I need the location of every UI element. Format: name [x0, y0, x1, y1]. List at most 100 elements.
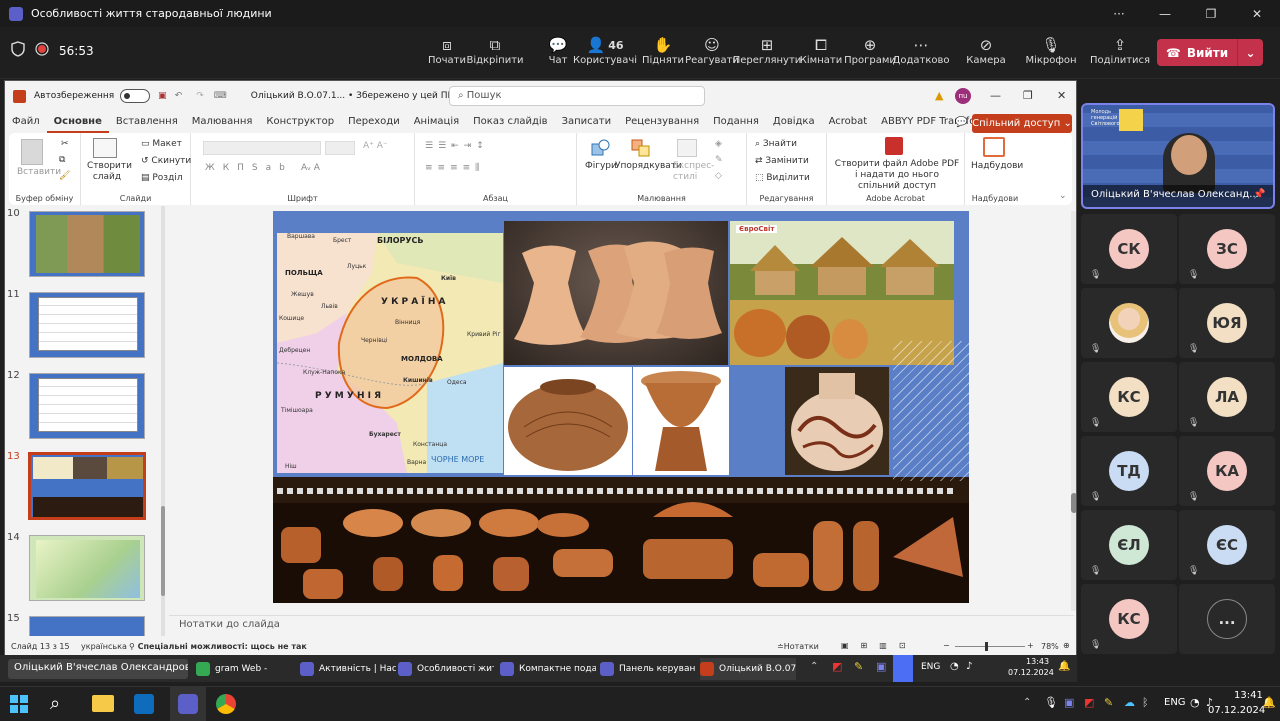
slide-thumbnail-14[interactable]	[29, 535, 145, 601]
minimize-icon[interactable]: —	[990, 89, 1001, 102]
zoom-in-icon[interactable]: +	[1027, 641, 1034, 650]
chrome-icon[interactable]	[216, 694, 236, 714]
slide-thumbnail-15[interactable]	[29, 616, 145, 636]
tab-1[interactable]: Основне	[46, 111, 109, 133]
close-icon[interactable]: ✕	[1234, 7, 1280, 21]
section-button[interactable]: ▤ Розділ	[141, 173, 183, 183]
layout-button[interactable]: ▭ Макет	[141, 139, 182, 149]
align-icons[interactable]: ≡≡≡≡⫼	[425, 163, 484, 173]
shape-effects-icon[interactable]: ◇	[715, 171, 722, 181]
addins-button[interactable]: Надбудови	[971, 161, 1023, 171]
notes-pane[interactable]: Нотатки до слайда	[169, 615, 1074, 637]
teams-taskbar-button[interactable]	[170, 687, 206, 721]
toolbar-button-11[interactable]: 🎙 Мікрофон	[1021, 35, 1081, 66]
zoom-out-icon[interactable]: −	[943, 641, 950, 650]
accessibility-status[interactable]: ⚲ Спеціальні можливості: щось не так	[129, 642, 307, 651]
participant-tile[interactable]: КС 🎙	[1081, 362, 1177, 432]
taskbar-item-4[interactable]: Панель керуван	[600, 658, 696, 680]
shapes-button[interactable]: Фігури	[585, 161, 617, 171]
leave-button[interactable]: ☎ Вийти ⌄	[1157, 39, 1263, 66]
taskbar-lang[interactable]: ENG	[1164, 697, 1186, 708]
account-avatar[interactable]: пu	[955, 88, 971, 104]
volume-icon[interactable]: ♪	[966, 661, 972, 672]
list-icons[interactable]: ☰☰⇤⇥↕	[425, 141, 489, 151]
toolbar-button-10[interactable]: ⊘ Камера	[956, 35, 1016, 66]
tab-2[interactable]: Вставлення	[109, 111, 185, 133]
restore-icon[interactable]: ❐	[1023, 89, 1033, 102]
more-participants-tile[interactable]: ...	[1179, 584, 1275, 654]
participant-tile[interactable]: КС 🎙	[1081, 584, 1177, 654]
file-explorer-icon[interactable]	[92, 695, 114, 712]
quick-styles-icon[interactable]	[677, 139, 697, 157]
taskbar-item-1[interactable]: Активність | Нас	[300, 658, 396, 680]
toolbar-button-1[interactable]: ⧉ Відкріпити	[465, 35, 525, 66]
shape-fill-icon[interactable]: ◈	[715, 139, 722, 149]
pin-icon[interactable]: 📌	[1253, 189, 1265, 200]
tab-0[interactable]: Файл	[5, 111, 47, 133]
new-slide-icon[interactable]	[93, 138, 117, 158]
thumbnail-scrollbar[interactable]	[161, 206, 165, 636]
mic-tray-icon[interactable]: 🎙	[1044, 696, 1058, 709]
undo-icon[interactable]: ↶	[175, 91, 183, 101]
arrange-icon[interactable]	[631, 139, 651, 157]
participant-tile[interactable]: ТД 🎙	[1081, 436, 1177, 506]
tray-icon[interactable]: ✎	[1104, 696, 1113, 709]
participant-tile[interactable]: ЮЯ 🎙	[1179, 288, 1275, 358]
taskbar-item-5[interactable]: Оліцький В.О.07	[700, 658, 796, 680]
tab-3[interactable]: Малювання	[185, 111, 260, 133]
replace-button[interactable]: ⇄ Замінити	[755, 156, 809, 166]
search-box[interactable]: ⌕ Пошук	[449, 86, 705, 106]
autosave-toggle[interactable]	[120, 89, 151, 103]
zoom-level[interactable]: 78%	[1041, 642, 1059, 651]
sharebar-lang[interactable]: ENG	[921, 662, 940, 672]
font-grow-icon[interactable]: A⁺ A⁻	[363, 141, 388, 151]
font-format-icons[interactable]: ЖКПSab	[205, 163, 293, 173]
acrobat-tray-icon[interactable]: ◩	[1084, 696, 1094, 709]
font-family-select[interactable]	[203, 141, 321, 155]
redo-icon[interactable]: ↷	[196, 91, 204, 101]
slide-thumbnail-13[interactable]	[28, 452, 146, 520]
chevron-up-icon[interactable]: ⌃	[1023, 697, 1031, 708]
adobe-create-button[interactable]: Створити файл Adobe PDF і надати до ньог…	[833, 159, 961, 192]
format-painter-icon[interactable]: 🖌	[59, 171, 70, 181]
store-icon[interactable]	[134, 694, 154, 714]
shape-outline-icon[interactable]: ✎	[715, 155, 723, 165]
addins-icon[interactable]	[983, 137, 1005, 157]
shield-icon[interactable]	[11, 41, 25, 60]
close-icon[interactable]: ✕	[1057, 89, 1066, 102]
tab-4[interactable]: Конструктор	[259, 111, 341, 133]
toolbar-button-12[interactable]: ⇪ Поділитися	[1090, 35, 1150, 66]
tab-10[interactable]: Подання	[706, 111, 766, 133]
toolbar-button-3[interactable]: 👤 46 Користувачі	[573, 35, 637, 66]
customize-icon[interactable]: ⌨	[214, 91, 227, 101]
search-icon[interactable]: ⌕	[50, 693, 60, 714]
teams-tray-icon[interactable]: ▣	[1064, 696, 1074, 709]
share-button[interactable]: Спільний доступ ⌄	[972, 114, 1072, 133]
wifi-icon[interactable]: ◔	[950, 661, 959, 672]
participant-tile[interactable]: ЄЛ 🎙	[1081, 510, 1177, 580]
notification-icon[interactable]: 🔔	[1262, 696, 1276, 709]
presenter-video-tile[interactable]: Молодь генерацій Світлового Оліцький В'я…	[1081, 103, 1275, 209]
slide-canvas[interactable]: БІЛОРУСЬ ПОЛЬЩА У К Р А Ї Н А МОЛДОВА Р …	[273, 211, 969, 603]
slide-scrollbar[interactable]	[1071, 211, 1076, 611]
slide-thumbnail-10[interactable]	[29, 211, 145, 277]
more-options-icon[interactable]: ···	[1096, 7, 1142, 21]
select-button[interactable]: ⬚ Виділити	[755, 173, 810, 183]
tab-9[interactable]: Рецензування	[618, 111, 706, 133]
participant-tile[interactable]: СК 🎙	[1081, 214, 1177, 284]
tab-11[interactable]: Довідка	[766, 111, 822, 133]
comments-icon[interactable]: 💬	[955, 117, 967, 128]
slide-thumbnail-11[interactable]	[29, 292, 145, 358]
collapse-ribbon-icon[interactable]: ⌄	[1059, 191, 1067, 201]
participant-tile[interactable]: ЗС 🎙	[1179, 214, 1275, 284]
taskbar-item-3[interactable]: Компактне пода	[500, 658, 596, 680]
participant-tile[interactable]: 🎙	[1081, 288, 1177, 358]
participant-tile[interactable]: ЄС 🎙	[1179, 510, 1275, 580]
toolbar-button-9[interactable]: ⋯ Додатково	[891, 35, 951, 66]
tab-6[interactable]: Анімація	[407, 111, 466, 133]
status-language[interactable]: українська	[81, 642, 127, 651]
copy-icon[interactable]: ⧉	[59, 155, 65, 165]
tab-12[interactable]: Acrobat	[822, 111, 875, 133]
bluetooth-icon[interactable]: ᛒ	[1142, 696, 1149, 709]
view-buttons[interactable]: ▣⊞▥⊡	[841, 641, 918, 650]
